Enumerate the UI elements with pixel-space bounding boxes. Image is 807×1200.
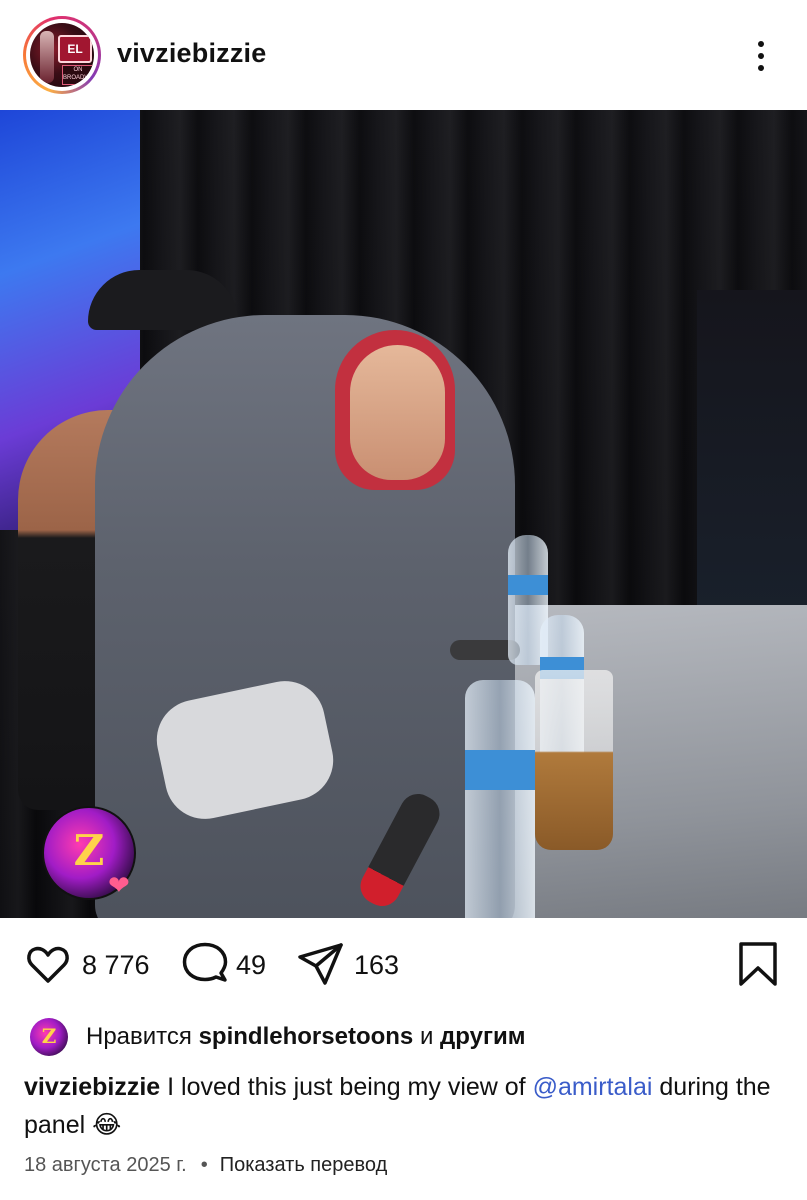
more-dot-icon	[758, 53, 764, 59]
overlay-avatar-letter: Z	[73, 826, 105, 875]
avatar-ticket: ON BROADWAY	[62, 65, 94, 85]
caption-username[interactable]: vivziebizzie	[24, 1073, 160, 1101]
caption-text: I loved this just being my view of	[167, 1073, 526, 1101]
liker-username[interactable]: spindlehorsetoons	[199, 1023, 414, 1050]
footer-separator: •	[200, 1154, 208, 1176]
like-button[interactable]: 8 776	[24, 940, 164, 990]
show-translation-link[interactable]: Показать перевод	[220, 1154, 388, 1176]
avatar-decoration	[40, 31, 54, 83]
photo-baseball-cap	[88, 270, 238, 330]
bottle-label	[465, 750, 535, 790]
shares-count: 163	[354, 950, 400, 980]
post-photo[interactable]: Z ❤	[0, 110, 807, 918]
likes-text: Нравится spindlehorsetoons и другим	[86, 1023, 525, 1051]
post-username[interactable]: vivziebizzie	[117, 38, 266, 69]
comments-count: 49	[236, 950, 267, 980]
avatar-sign: EL	[58, 35, 92, 63]
likes-others-link[interactable]: другим	[440, 1023, 525, 1050]
post-header: EL ON BROADWAY vivziebizzie	[0, 0, 807, 110]
more-options-button[interactable]	[744, 34, 778, 78]
likes-middle: и	[419, 1023, 434, 1050]
heart-icon	[27, 946, 69, 983]
post-caption: vivziebizzie I loved this just being my …	[24, 1068, 784, 1144]
send-icon	[298, 943, 343, 985]
likes-summary[interactable]: Z Нравится spindlehorsetoons и другим	[24, 1014, 784, 1062]
caption-mention[interactable]: @amirtalai	[533, 1073, 653, 1101]
avatar-image: EL ON BROADWAY	[30, 23, 94, 87]
bottle-label	[508, 575, 548, 595]
save-button[interactable]	[736, 940, 780, 990]
share-button[interactable]: 163	[296, 940, 416, 990]
post-date: 18 августа 2025 г.	[24, 1154, 187, 1176]
more-dot-icon	[758, 41, 764, 47]
bookmark-icon	[739, 942, 777, 986]
comment-icon	[182, 942, 228, 982]
avatar-frame: EL ON BROADWAY	[26, 19, 98, 91]
likes-prefix: Нравится	[86, 1023, 192, 1050]
more-dot-icon	[758, 65, 764, 71]
post-actions: 8 776 49 163	[0, 918, 807, 1014]
photo-iced-coffee-cup	[535, 670, 613, 850]
liker-avatar-letter: Z	[41, 1024, 57, 1048]
likes-count: 8 776	[82, 950, 150, 980]
post-footer: 18 августа 2025 г. • Показать перевод	[24, 1154, 387, 1177]
comment-button[interactable]: 49	[180, 940, 280, 990]
photo-face	[350, 345, 445, 480]
profile-avatar[interactable]: EL ON BROADWAY	[23, 16, 101, 94]
photo-water-bottle	[465, 680, 535, 918]
heart-sticker-icon: ❤	[108, 870, 130, 900]
liker-avatar[interactable]: Z	[30, 1018, 68, 1056]
